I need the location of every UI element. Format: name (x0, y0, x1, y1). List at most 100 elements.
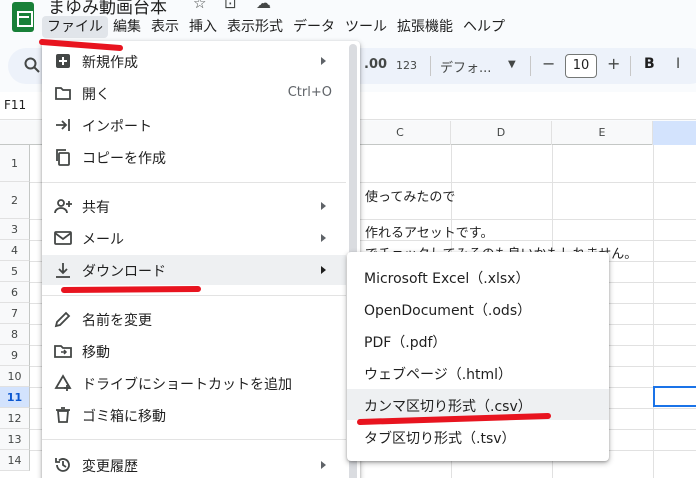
menu-help[interactable]: ヘルプ (458, 16, 510, 38)
row-header-8[interactable]: 8 (0, 324, 30, 345)
menu-item-add-shortcut[interactable]: ドライブにショートカットを追加 (42, 368, 346, 398)
sheets-logo-icon[interactable] (12, 2, 34, 32)
menu-item-label: 移動 (82, 345, 110, 361)
submenu-arrow-icon (321, 461, 326, 469)
menu-item-move[interactable]: 移動 (42, 336, 346, 366)
menu-item-email[interactable]: メール (42, 223, 346, 253)
download-csv[interactable]: カンマ区切り形式（.csv） (347, 389, 609, 420)
decrease-font-size-button[interactable]: − (542, 54, 555, 73)
bold-button[interactable]: B (644, 56, 655, 72)
font-family-select[interactable]: デフォ... (440, 57, 491, 76)
menu-item-label: 変更履歴 (82, 459, 138, 475)
menu-item-label: 開く (82, 87, 110, 103)
history-icon (55, 458, 70, 472)
row-header-5[interactable]: 5 (0, 261, 30, 282)
menu-item-label: ダウンロード (82, 264, 166, 280)
menubar: ファイル 編集 表示 挿入 表示形式 データ ツール 拡張機能 ヘルプ (42, 16, 510, 38)
menu-edit[interactable]: 編集 (108, 16, 146, 38)
row-header-14[interactable]: 14 (0, 450, 30, 471)
menu-item-label: 名前を変更 (82, 313, 152, 329)
search-menus-icon[interactable] (24, 57, 40, 73)
menu-item-label: 新規作成 (82, 55, 138, 71)
share-person-icon (54, 199, 72, 214)
cloud-saved-icon[interactable]: ☁ (256, 0, 271, 12)
row-header-6[interactable]: 6 (0, 282, 30, 303)
row-header-4[interactable]: 4 (0, 240, 30, 261)
italic-button[interactable]: I (676, 56, 680, 72)
number-format-button[interactable]: 123 (396, 59, 417, 72)
folder-open-icon (55, 87, 71, 100)
menu-view[interactable]: 表示 (146, 16, 184, 38)
active-cell-f11[interactable] (653, 386, 696, 407)
column-header-d[interactable]: D (451, 121, 552, 145)
download-icon (56, 263, 70, 278)
copy-icon (56, 149, 70, 166)
menu-item-share[interactable]: 共有 (42, 191, 346, 221)
menu-item-make-copy[interactable]: コピーを作成 (42, 142, 346, 172)
download-xlsx[interactable]: Microsoft Excel（.xlsx） (347, 261, 609, 292)
menu-extensions[interactable]: 拡張機能 (392, 16, 458, 38)
toolbar-divider (430, 56, 431, 76)
name-box[interactable]: F11 (4, 98, 26, 112)
star-icon[interactable]: ☆ (193, 0, 206, 12)
menu-item-label: インポート (82, 119, 152, 135)
chevron-down-icon[interactable]: ▼ (508, 59, 516, 70)
menu-divider (42, 439, 346, 440)
menu-item-rename[interactable]: 名前を変更 (42, 304, 346, 334)
menu-item-import[interactable]: インポート (42, 110, 346, 140)
increase-font-size-button[interactable]: + (607, 54, 620, 73)
menu-item-shortcut: Ctrl+O (287, 85, 332, 100)
menu-format[interactable]: 表示形式 (222, 16, 288, 38)
row-header-12[interactable]: 12 (0, 408, 30, 429)
download-submenu: Microsoft Excel（.xlsx） OpenDocument（.ods… (347, 252, 609, 461)
gridline (653, 145, 654, 478)
submenu-item-label: タブ区切り形式（.tsv） (364, 431, 516, 447)
menu-item-label: 共有 (82, 200, 110, 216)
submenu-arrow-icon (321, 57, 326, 65)
column-header-e[interactable]: E (552, 121, 653, 145)
menu-file[interactable]: ファイル (42, 16, 108, 38)
download-html[interactable]: ウェブページ（.html） (347, 357, 609, 388)
column-header-c[interactable]: C (350, 121, 451, 145)
increase-decimal-button[interactable]: .00 (364, 57, 387, 72)
row-header-10[interactable]: 10 (0, 366, 30, 387)
row-header-3[interactable]: 3 (0, 219, 30, 240)
cell-c2[interactable]: 使ってみたので (365, 186, 455, 205)
submenu-item-label: OpenDocument（.ods） (364, 303, 532, 319)
submenu-item-label: ウェブページ（.html） (364, 367, 513, 383)
menu-item-move-to-trash[interactable]: ゴミ箱に移動 (42, 400, 346, 430)
file-menu: 新規作成 開く Ctrl+O インポート コピーを作成 共有 メール ダウンロー… (42, 41, 360, 478)
import-icon (56, 119, 70, 131)
move-to-folder-icon[interactable]: ⊡ (224, 0, 237, 12)
add-drive-shortcut-icon (54, 374, 72, 391)
new-document-icon (56, 54, 70, 68)
row-header-11[interactable]: 11 (0, 387, 30, 408)
menu-insert[interactable]: 挿入 (184, 16, 222, 38)
menu-item-version-history[interactable]: 変更履歴 (42, 450, 346, 478)
menu-item-open[interactable]: 開く Ctrl+O (42, 78, 346, 108)
menu-item-label: ドライブにショートカットを追加 (82, 377, 292, 393)
menu-item-new[interactable]: 新規作成 (42, 46, 346, 76)
row-header-7[interactable]: 7 (0, 303, 30, 324)
menu-data[interactable]: データ (288, 16, 340, 38)
row-header-9[interactable]: 9 (0, 345, 30, 366)
menu-divider (42, 295, 346, 296)
submenu-arrow-icon (321, 202, 326, 210)
submenu-item-label: Microsoft Excel（.xlsx） (364, 271, 530, 287)
row-header-2[interactable]: 2 (0, 182, 30, 219)
submenu-arrow-icon (321, 266, 326, 274)
submenu-item-label: カンマ区切り形式（.csv） (364, 399, 532, 415)
row-header-1[interactable]: 1 (0, 145, 30, 182)
menu-item-label: コピーを作成 (82, 151, 166, 167)
row-header-13[interactable]: 13 (0, 429, 30, 450)
column-header-f[interactable] (653, 121, 696, 145)
download-ods[interactable]: OpenDocument（.ods） (347, 293, 609, 324)
font-size-input[interactable]: 10 (565, 54, 597, 78)
download-pdf[interactable]: PDF（.pdf） (347, 325, 609, 356)
menu-tools[interactable]: ツール (340, 16, 392, 38)
menu-item-download[interactable]: ダウンロード (42, 255, 346, 285)
move-folder-icon (54, 345, 72, 358)
cell-c3[interactable]: 作れるアセットです。 (365, 222, 493, 241)
download-tsv[interactable]: タブ区切り形式（.tsv） (347, 421, 609, 452)
submenu-item-label: PDF（.pdf） (364, 335, 447, 351)
